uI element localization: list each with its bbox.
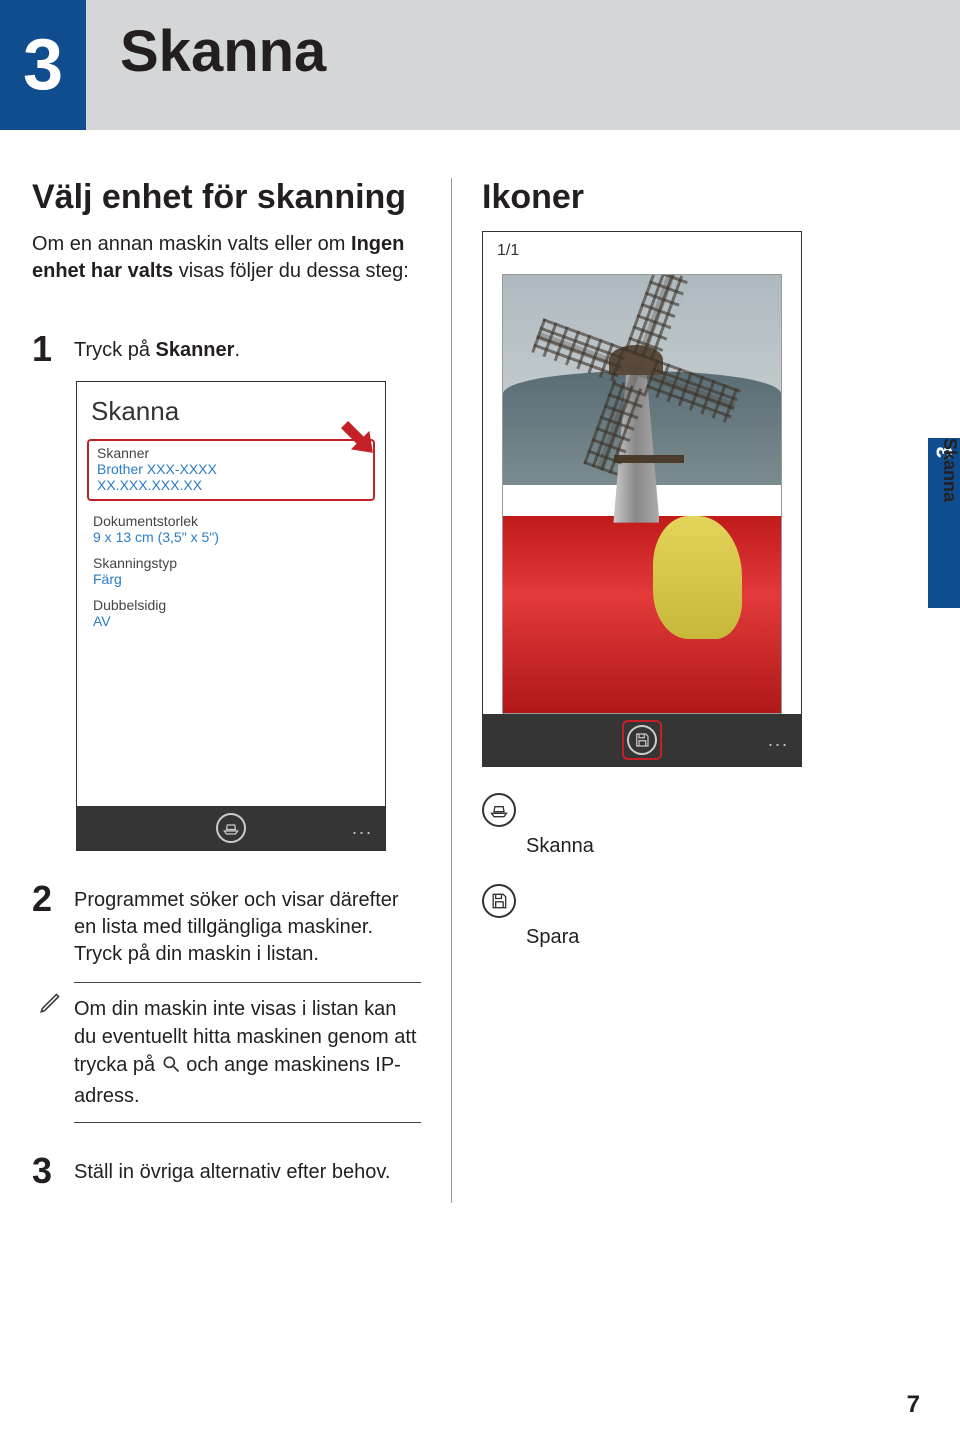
step-number: 1 [32, 331, 58, 367]
chapter-number: 3 [23, 24, 63, 106]
step-3-text: Ställ in övriga alternativ efter behov. [74, 1153, 390, 1186]
side-tab-label: Skanna [934, 438, 960, 502]
save-icon-circle [482, 884, 516, 918]
step-number: 2 [32, 881, 58, 917]
main-columns: Välj enhet för skanning Om en annan mask… [32, 178, 932, 1203]
save-icon [633, 731, 651, 749]
page-counter: 1/1 [483, 232, 801, 266]
left-heading: Välj enhet för skanning [32, 178, 421, 217]
scan-icon-label: Skanna [526, 835, 872, 858]
save-icon [489, 891, 509, 911]
scan-action-button[interactable] [216, 813, 246, 843]
phone-screenshot-settings: Skanna Skanner Brother XXX-XXXX XX.XXX.X… [76, 381, 386, 851]
setting-docsize[interactable]: Dokumentstorlek 9 x 13 cm (3,5" x 5") [77, 511, 385, 553]
scantype-label: Skanningstyp [93, 555, 369, 571]
right-column: Ikoner 1/1 [452, 178, 872, 1203]
scan-icon [222, 819, 240, 837]
scanned-image-preview [502, 274, 782, 714]
pencil-icon [38, 989, 64, 1023]
preview-bottom-bar: ... [483, 714, 801, 766]
save-icon-label: Spara [526, 926, 872, 949]
left-intro: Om en annan maskin valts eller om Ingen … [32, 231, 421, 285]
chapter-title: Skanna [120, 18, 326, 85]
setting-scantype[interactable]: Skanningstyp Färg [77, 553, 385, 595]
step-2-text: Programmet söker och visar därefter en l… [74, 881, 421, 968]
scanner-ip: XX.XXX.XXX.XX [97, 477, 365, 493]
save-button-highlight [622, 720, 662, 760]
scanner-label: Skanner [97, 445, 365, 461]
more-icon[interactable]: ... [768, 730, 789, 751]
chapter-number-box: 3 [0, 0, 86, 130]
phone-bottom-bar: ... [77, 806, 385, 850]
note-block: Om din maskin inte visas i listan kan du… [74, 982, 421, 1123]
scan-icon-circle [482, 793, 516, 827]
scanner-setting-highlight[interactable]: Skanner Brother XXX-XXXX XX.XXX.XXX.XX [87, 439, 375, 501]
step1-bold: Skanner [156, 339, 235, 361]
intro-pre: Om en annan maskin valts eller om [32, 233, 351, 255]
scanner-name: Brother XXX-XXXX [97, 461, 365, 477]
duplex-label: Dubbelsidig [93, 597, 369, 613]
scan-icon [489, 800, 509, 820]
step-1: 1 Tryck på Skanner. [32, 331, 421, 367]
left-column: Välj enhet för skanning Om en annan mask… [32, 178, 452, 1203]
page-number: 7 [907, 1391, 920, 1419]
step-1-text: Tryck på Skanner. [74, 331, 240, 364]
step1-pre: Tryck på [74, 339, 156, 361]
setting-duplex[interactable]: Dubbelsidig AV [77, 595, 385, 637]
intro-post: visas följer du dessa steg: [173, 260, 409, 282]
docsize-value: 9 x 13 cm (3,5" x 5") [93, 529, 369, 545]
magnifier-icon [161, 1054, 181, 1082]
legend-save [482, 884, 872, 918]
step1-post: . [234, 339, 240, 361]
side-tab-wrapper: Skanna [898, 438, 960, 608]
right-heading: Ikoner [482, 178, 872, 217]
step-2: 2 Programmet söker och visar därefter en… [32, 881, 421, 968]
more-icon[interactable]: ... [352, 818, 373, 839]
scantype-value: Färg [93, 571, 369, 587]
phone-screenshot-preview: 1/1 [482, 231, 802, 767]
step-number: 3 [32, 1153, 58, 1189]
duplex-value: AV [93, 613, 369, 629]
save-button[interactable] [627, 725, 657, 755]
legend-scan [482, 793, 872, 827]
step-3: 3 Ställ in övriga alternativ efter behov… [32, 1153, 421, 1189]
docsize-label: Dokumentstorlek [93, 513, 369, 529]
